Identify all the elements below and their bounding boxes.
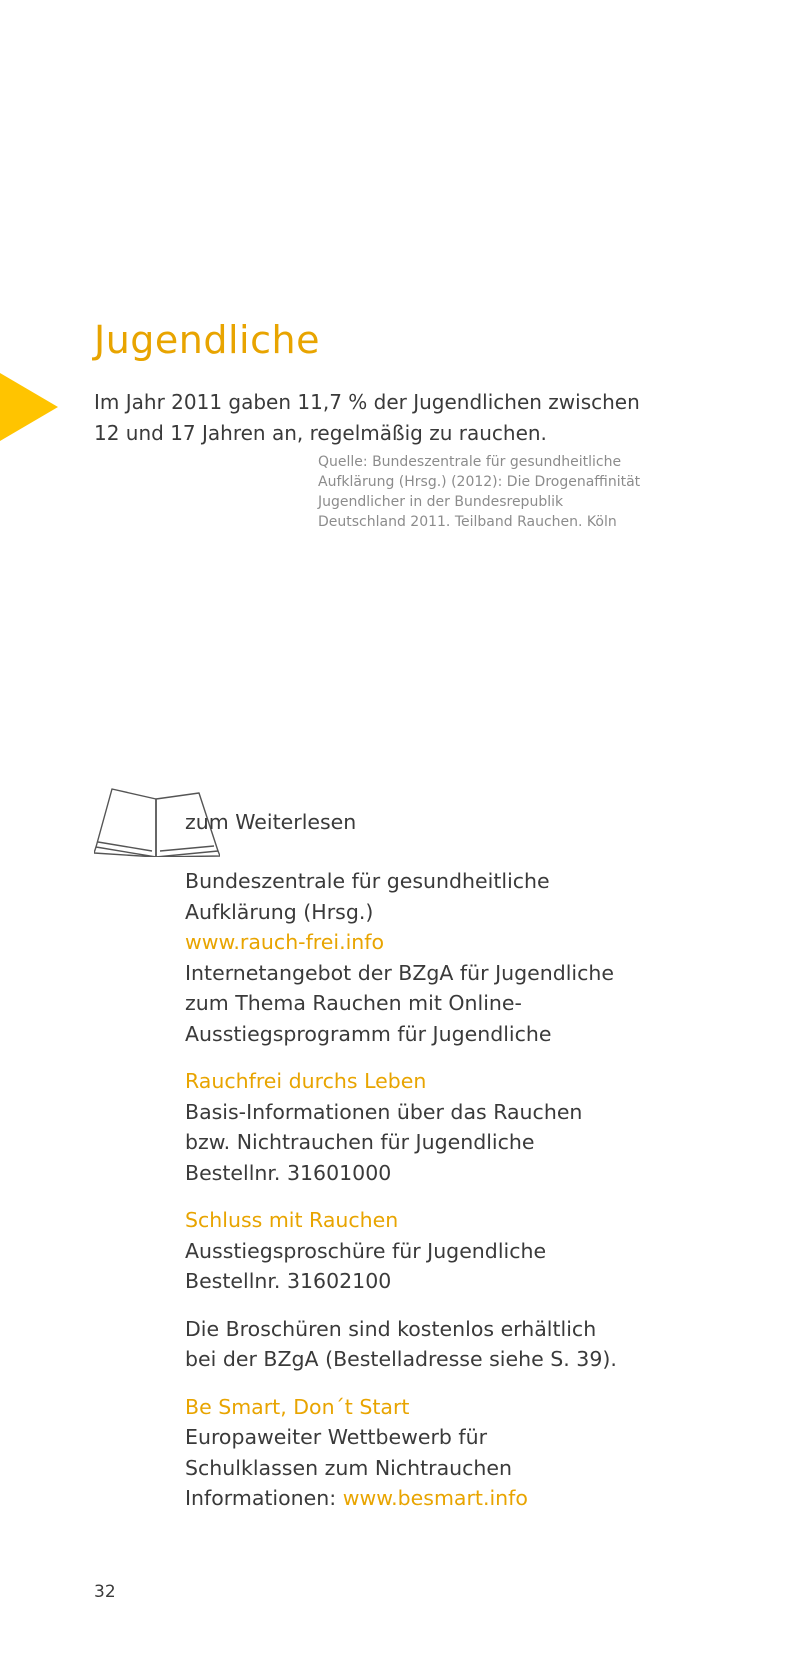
page-number: 32 (94, 1582, 116, 1602)
further-reading-label: zum Weiterlesen (185, 810, 357, 834)
besmart-link[interactable]: www.besmart.info (343, 1486, 528, 1510)
source-line-2: Aufklärung (Hrsg.) (2012): Die Drogenaff… (318, 474, 641, 490)
note-line-2: bei der BZgA (Bestelladresse siehe S. 39… (185, 1347, 617, 1371)
rauch-frei-link[interactable]: www.rauch-frei.info (185, 927, 745, 958)
source-line-1: Quelle: Bundeszentrale für gesundheitlic… (318, 454, 622, 470)
rauchfrei-desc-2: bzw. Nichtrauchen für Jugendliche (185, 1130, 535, 1154)
statistic-line-2: 12 und 17 Jahren an, regelmäßig zu rauch… (94, 421, 547, 445)
rauchfrei-desc-1: Basis-Informationen über das Rauchen (185, 1099, 583, 1124)
statistic-line-1: Im Jahr 2011 gaben 11,7 % der Jugendlich… (94, 390, 640, 414)
source-line-3: Jugendlicher in der Bundesrepublik (318, 494, 564, 510)
bzga-desc-3: Ausstiegsprogramm für Jugendliche (185, 1021, 552, 1046)
list-item-rauchfrei: Rauchfrei durchs Leben Basis-Information… (185, 1066, 745, 1188)
list-item-schluss: Schluss mit Rauchen Ausstiegsproschüre f… (185, 1205, 745, 1297)
triangle-arrow-icon (0, 373, 58, 441)
reading-list: Bundeszentrale für gesundheitliche Aufkl… (185, 866, 745, 1531)
schluss-desc-1: Ausstiegsproschüre für Jugendliche (185, 1238, 547, 1263)
bzga-desc-2: zum Thema Rauchen mit Online- (185, 991, 522, 1015)
besmart-info-label: Informationen: (185, 1486, 343, 1510)
schluss-title: Schluss mit Rauchen (185, 1208, 399, 1232)
besmart-title: Be Smart, Don´t Start (185, 1394, 410, 1419)
besmart-info-line: Informationen: www.besmart.info (185, 1483, 745, 1514)
source-citation: Quelle: Bundeszentrale für gesundheitlic… (318, 452, 678, 532)
rauchfrei-title: Rauchfrei durchs Leben (185, 1069, 427, 1093)
besmart-desc-1: Europaweiter Wettbewerb für (185, 1425, 488, 1449)
bzga-line-2: Aufklärung (Hrsg.) (185, 899, 374, 924)
bzga-desc-1: Internetangebot der BZgA für Jugendliche (185, 960, 615, 985)
bzga-line-1: Bundeszentrale für gesundheitliche (185, 869, 550, 893)
brochure-note: Die Broschüren sind kostenlos erhältlich… (185, 1314, 745, 1375)
source-line-4: Deutschland 2011. Teilband Rauchen. Köln (318, 514, 617, 530)
besmart-desc-2: Schulklassen zum Nichtrauchen (185, 1455, 512, 1480)
rauchfrei-order-number: Bestellnr. 31601000 (185, 1160, 392, 1185)
note-line-1: Die Broschüren sind kostenlos erhältlich (185, 1316, 597, 1341)
schluss-order-number: Bestellnr. 31602100 (185, 1269, 392, 1293)
list-item-bzga: Bundeszentrale für gesundheitliche Aufkl… (185, 866, 745, 1049)
statistic-text: Im Jahr 2011 gaben 11,7 % der Jugendlich… (94, 387, 694, 449)
list-item-besmart: Be Smart, Don´t Start Europaweiter Wettb… (185, 1392, 745, 1514)
section-heading: Jugendliche (94, 318, 320, 362)
